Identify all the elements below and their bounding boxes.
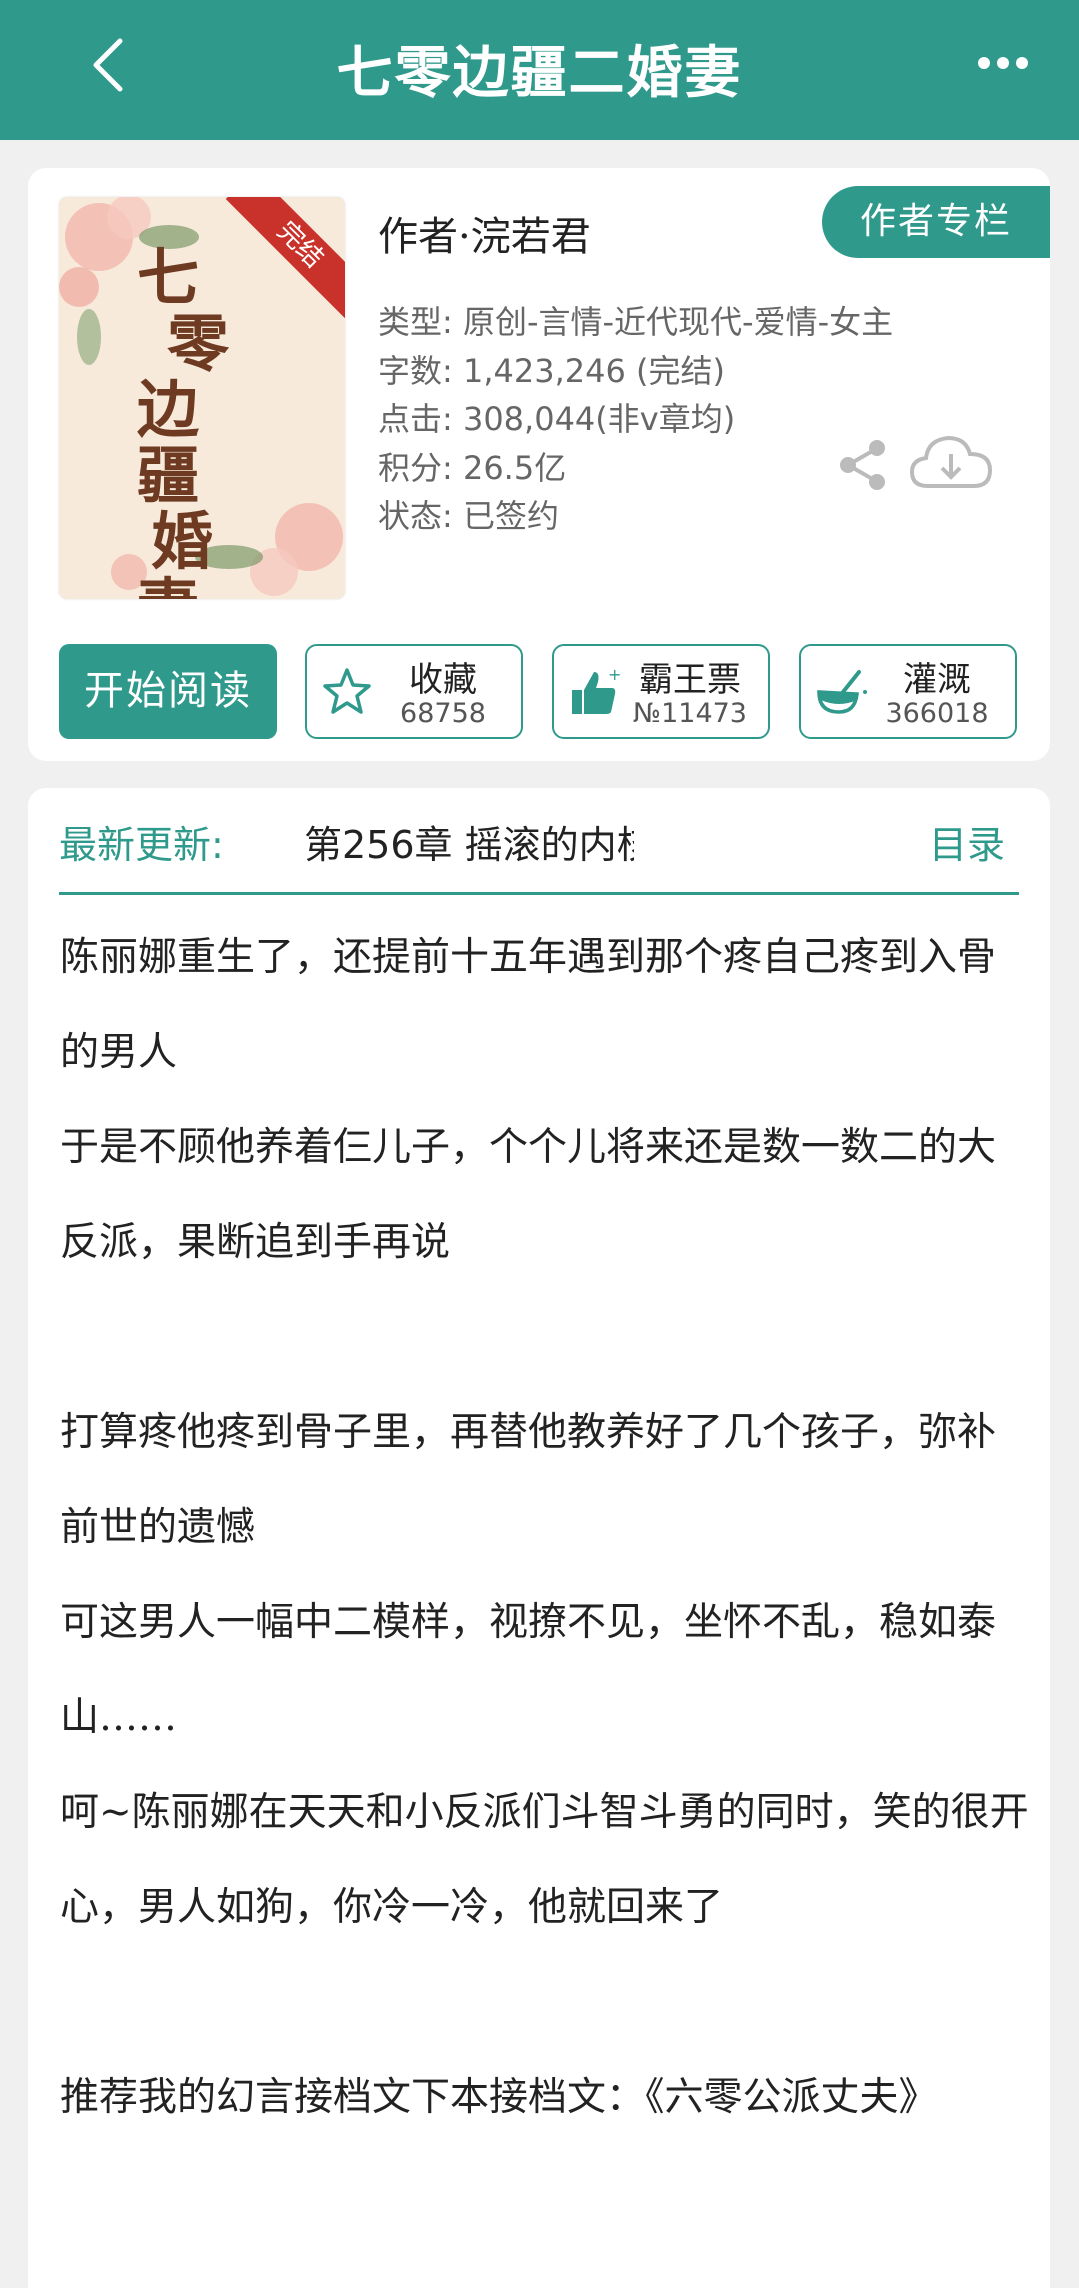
cover-char: 七 <box>137 241 200 314</box>
author-column-button[interactable]: 作者专栏 <box>822 186 1050 258</box>
download-button[interactable] <box>908 430 994 494</box>
ticket-button[interactable]: + 霸王票 №11473 <box>552 644 770 739</box>
intro-paragraph: 推荐我的幻言接档文下本接档文：《六零公派丈夫》 <box>60 2075 938 2120</box>
latest-update-bar: 最新更新: 第256章 摇滚的内核 2023- 目录 <box>59 806 1019 876</box>
cover-title: 七 零 边 疆 婚 妻 <box>137 241 230 600</box>
divider <box>59 892 1019 895</box>
cloud-download-icon <box>909 435 993 488</box>
favorite-count: 68758 <box>400 698 486 729</box>
irrigate-label: 灌溉 <box>903 660 971 700</box>
intro-paragraph: 陈丽娜重生了，还提前十五年遇到那个疼自己疼到入骨的男人 <box>60 935 997 1075</box>
irrigate-count: 366018 <box>885 698 989 729</box>
watering-bowl-icon <box>817 670 867 714</box>
more-dots-icon <box>978 57 1028 69</box>
table-of-contents-link[interactable]: 目录 <box>929 814 1005 869</box>
ticket-count: №11473 <box>633 698 747 729</box>
favorite-button[interactable]: 收藏 68758 <box>305 644 523 739</box>
book-detail-card: 最新更新: 第256章 摇滚的内核 2023- 目录 陈丽娜重生了，还提前十五年… <box>28 788 1050 2288</box>
share-icon <box>840 440 885 490</box>
meta-clicks: 点击: 308,044(非v章均) <box>378 400 736 438</box>
thumbs-up-icon: + <box>572 666 620 714</box>
share-button[interactable] <box>836 438 890 492</box>
cover-char: 妻 <box>137 575 229 600</box>
latest-chapter-link[interactable]: 第256章 摇滚的内核 2023- <box>304 814 634 869</box>
meta-status: 状态: 已签约 <box>378 497 559 535</box>
meta-score: 积分: 26.5亿 <box>378 448 567 487</box>
intro-paragraph: 于是不顾他养着仨儿子，个个儿将来还是数一数二的大反派，果断追到手再说 <box>60 1125 997 1265</box>
meta-genre: 类型: 原创-言情-近代现代-爱情-女主 <box>378 303 894 341</box>
book-info-card: 七 零 边 疆 婚 妻 完结 作者·浣若君 作者专栏 类型: 原创-言情-近代现… <box>28 168 1050 761</box>
intro-paragraph <box>60 1955 1030 2050</box>
meta-word-count: 字数: 1,423,246 (完结) <box>378 351 725 390</box>
more-button[interactable] <box>963 38 1043 88</box>
page-title: 七零边疆二婚妻 <box>336 40 743 106</box>
intro-paragraph: 呵~陈丽娜在天天和小反派们斗智斗勇的同时，笑的很开心，男人如狗，你冷一冷，他就回… <box>60 1790 1029 1930</box>
start-reading-button[interactable]: 开始阅读 <box>59 644 277 739</box>
intro-paragraph: 可这男人一幅中二模样，视撩不见，坐怀不乱，稳如泰山…… <box>60 1600 997 1740</box>
author-name[interactable]: 作者·浣若君 <box>378 204 591 262</box>
latest-update-label: 最新更新: <box>59 823 224 867</box>
intro-paragraph <box>60 1290 1030 1385</box>
ticket-label: 霸王票 <box>639 660 741 700</box>
cover-char: 零 <box>167 307 230 380</box>
irrigate-button[interactable]: 灌溉 366018 <box>799 644 1017 739</box>
intro-paragraph: 打算疼他疼到骨子里，再替他教养好了几个孩子，弥补前世的遗憾 <box>60 1410 997 1550</box>
star-icon <box>323 668 371 714</box>
favorite-label: 收藏 <box>409 660 477 700</box>
top-bar: 七零边疆二婚妻 <box>0 0 1079 140</box>
cover-char: 婚 <box>151 505 214 578</box>
book-meta: 类型: 原创-言情-近代现代-爱情-女主 字数: 1,423,246 (完结) … <box>378 298 893 541</box>
book-cover[interactable]: 七 零 边 疆 婚 妻 完结 <box>59 197 345 599</box>
cover-char: 疆 <box>137 439 200 512</box>
cover-char: 边 <box>137 373 200 446</box>
book-introduction: 陈丽娜重生了，还提前十五年遇到那个疼自己疼到入骨的男人 于是不顾他养着仨儿子，个… <box>60 910 1030 2145</box>
